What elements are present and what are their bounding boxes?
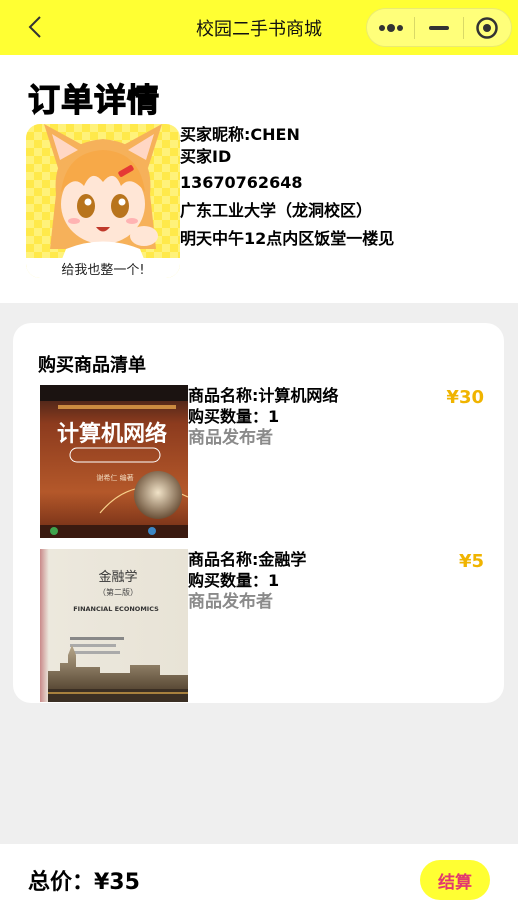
- buyer-pickup-note: 明天中午12点内区饭堂一楼见: [180, 229, 395, 248]
- goods-item[interactable]: 金融学 （第二版） FINANCIAL ECONOMICS 商品名称:金融学 购…: [40, 549, 490, 704]
- nav-bar: 校园二手书商城: [0, 0, 518, 55]
- goods-seller: 商品发布者: [188, 428, 273, 448]
- goods-count: 购买数量：1: [188, 571, 280, 590]
- anime-cat-girl-image: 给我也整一个!: [26, 124, 180, 278]
- goods-count: 购买数量：1: [188, 407, 280, 426]
- goods-name: 商品名称:计算机网络: [188, 386, 339, 405]
- goods-seller: 商品发布者: [188, 592, 273, 612]
- goods-name: 商品名称:金融学: [188, 550, 307, 569]
- more-dots-icon: [378, 23, 403, 32]
- book-cover-title: 金融学: [98, 569, 137, 585]
- goods-text: 商品名称:金融学 购买数量：1 商品发布者: [188, 549, 306, 613]
- target-circle-icon: [476, 16, 499, 39]
- avatar-caption: 给我也整一个!: [61, 263, 144, 278]
- buyer-card: 订单详情 给我也整一个! 买家昵称:CHEN 买家ID 13670762648 …: [0, 55, 518, 303]
- goods-price: ¥5: [458, 551, 484, 572]
- total-price: 总价：¥35: [28, 870, 140, 895]
- buyer-id: 买家ID: [180, 147, 232, 166]
- page-title: 订单详情: [27, 80, 161, 119]
- buyer-info: 买家昵称:CHEN 买家ID 13670762648 广东工业大学（龙洞校区） …: [180, 124, 518, 250]
- minimize-button[interactable]: [415, 9, 462, 46]
- checkout-bar: 总价：¥35 结算: [0, 844, 518, 920]
- goods-item[interactable]: 计算机网络 谢希仁 编著 商品名称:计算机网络 购买数量：1 商品发布者 ¥30: [40, 385, 490, 540]
- book-cover-image: 计算机网络 谢希仁 编著: [40, 385, 188, 538]
- buyer-school: 广东工业大学（龙洞校区）: [180, 201, 373, 220]
- goods-list-heading: 购买商品清单: [38, 355, 146, 376]
- book-cover-subtitle: （第二版）: [98, 587, 138, 597]
- book-cover-title: 计算机网络: [57, 421, 167, 447]
- checkout-button[interactable]: 结算: [420, 860, 490, 900]
- goods-text: 商品名称:计算机网络 购买数量：1 商品发布者: [188, 385, 338, 449]
- mini-program-capsule: [366, 8, 512, 47]
- book-cover-english: FINANCIAL ECONOMICS: [73, 605, 159, 613]
- more-button[interactable]: [367, 9, 414, 46]
- buyer-nickname: 买家昵称:CHEN: [180, 125, 300, 144]
- computer-network-book-cover: 计算机网络 谢希仁 编著: [40, 385, 188, 538]
- finance-book-cover: 金融学 （第二版） FINANCIAL ECONOMICS: [40, 549, 188, 702]
- buyer-phone: 13670762648: [180, 173, 303, 192]
- close-button[interactable]: [464, 9, 511, 46]
- order-detail-page: 校园二手书商城 订单详情 给我也整一个! 买家昵称:CHEN 买家ID 1367…: [0, 0, 518, 920]
- minus-icon: [428, 25, 449, 30]
- book-cover-image: 金融学 （第二版） FINANCIAL ECONOMICS: [40, 549, 188, 702]
- buyer-avatar: 给我也整一个!: [26, 124, 180, 278]
- goods-price: ¥30: [446, 387, 484, 408]
- goods-list-card: 购买商品清单 计算机网络 谢希仁 编著 商品名称:计算机网络 购买数量：1 商品…: [13, 323, 504, 703]
- book-cover-author: 谢希仁 编著: [96, 473, 133, 482]
